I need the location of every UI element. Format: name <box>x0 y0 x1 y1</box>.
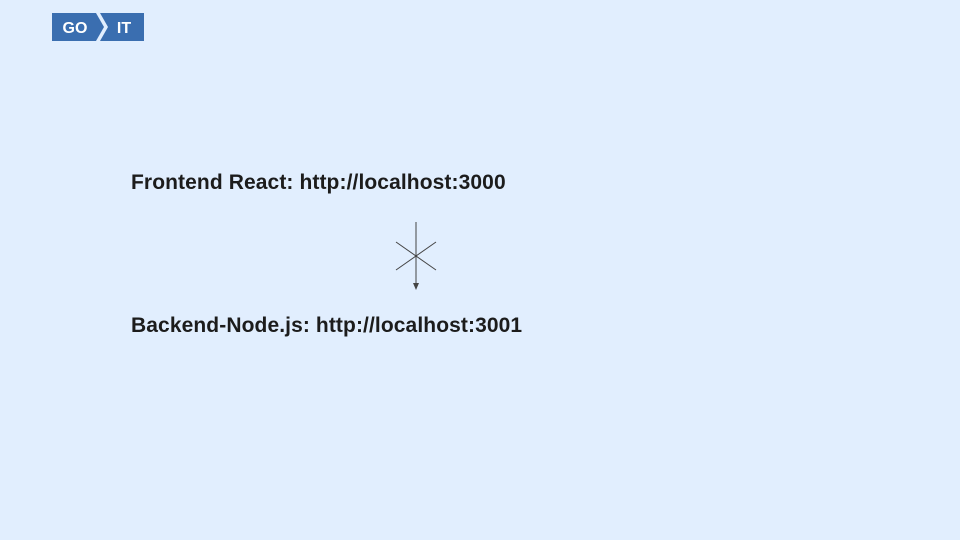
goit-logo-graphic: GO IT <box>52 13 144 41</box>
logo-text-go: GO <box>63 20 88 37</box>
backend-node-label: Backend-Node.js: http://localhost:3001 <box>131 314 523 337</box>
frontend-node-label: Frontend React: http://localhost:3000 <box>131 171 506 194</box>
goit-logo: GO IT <box>52 13 144 41</box>
arrow-down-with-cross-icon <box>392 220 440 294</box>
logo-text-it: IT <box>117 20 131 37</box>
